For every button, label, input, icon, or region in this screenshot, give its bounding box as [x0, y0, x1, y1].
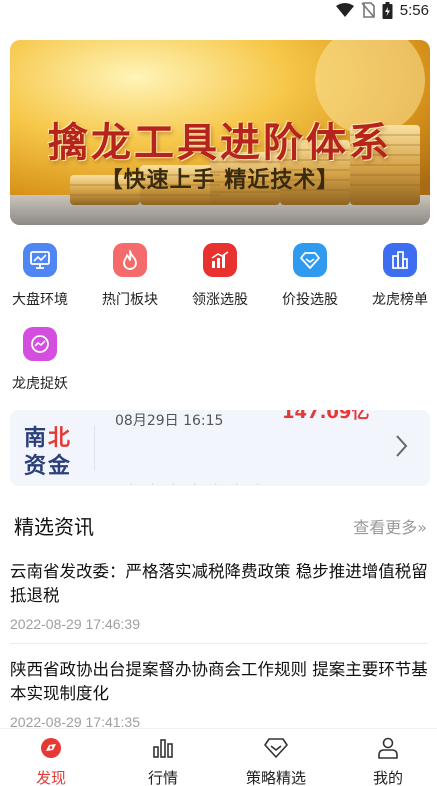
- tab-discover[interactable]: 发现: [6, 735, 96, 786]
- shortcut-dragon-tiger-hunt[interactable]: 龙虎捉妖: [0, 327, 80, 393]
- shortcut-label: 龙虎捉妖: [12, 376, 68, 392]
- monitor-icon: [23, 243, 57, 277]
- shortcut-dragon-tiger-list[interactable]: 龙虎榜单: [360, 243, 437, 309]
- shortcut-label: 龙虎榜单: [372, 292, 428, 308]
- capital-time: 08月29日 16:15: [115, 413, 224, 429]
- status-bar: 5:56: [0, 0, 437, 20]
- status-time: 5:56: [399, 1, 429, 19]
- see-more-link[interactable]: 查看更多»: [353, 514, 427, 538]
- tab-strategy[interactable]: 策略精选: [231, 735, 321, 786]
- news-headline: 陕西省政协出台提案督办协商会工作规则 提案主要环节基本实现制度化: [10, 660, 428, 703]
- capital-value: 147.09亿: [282, 410, 370, 423]
- news-time: 2022-08-29 17:46:39: [10, 616, 140, 632]
- section-title: 精选资讯: [14, 515, 94, 539]
- shortcut-label: 价投选股: [282, 292, 338, 308]
- tab-market[interactable]: 行情: [118, 735, 208, 786]
- shortcut-market-environment[interactable]: 大盘环境: [0, 243, 80, 309]
- banner-subtitle: 【快速上手 精近技术】: [100, 168, 340, 193]
- buildings-icon: [383, 243, 417, 277]
- shortcut-label: 大盘环境: [12, 292, 68, 308]
- user-icon: [343, 735, 433, 761]
- shortcut-value-picks[interactable]: 价投选股: [270, 243, 350, 309]
- tab-label: 策略精选: [245, 769, 306, 786]
- logo-fund: 资金: [24, 454, 73, 479]
- news-headline: 云南省发改委：严格落实减税降费政策 稳步推进增值税留抵退税: [10, 562, 428, 605]
- flame-icon: [113, 243, 147, 277]
- shortcut-label: 领涨选股: [192, 292, 248, 308]
- bottom-tab-bar: 发现 行情 策略精选 我的: [0, 728, 437, 786]
- diamond-icon: [293, 243, 327, 277]
- battery-icon: [382, 1, 393, 19]
- discover-icon: [6, 735, 96, 761]
- carousel-dots: · · · · · · ·: [130, 480, 268, 486]
- news-divider: [10, 643, 428, 644]
- promo-banner[interactable]: 擒龙工具进阶体系 【快速上手 精近技术】: [10, 40, 430, 225]
- news-item[interactable]: 云南省发改委：严格落实减税降费政策 稳步推进增值税留抵退税 2022-08-29…: [10, 560, 428, 632]
- no-sim-icon: [361, 2, 375, 18]
- trend-circle-icon: [23, 327, 57, 361]
- bar-chart-icon: [118, 735, 208, 761]
- chevron-right-icon[interactable]: [394, 434, 408, 458]
- status-icons: 5:56: [335, 0, 429, 20]
- banner-title: 擒龙工具进阶体系: [48, 120, 392, 166]
- news-item[interactable]: 陕西省政协出台提案督办协商会工作规则 提案主要环节基本实现制度化 2022-08…: [10, 658, 428, 730]
- tab-label: 发现: [35, 769, 66, 786]
- wifi-icon: [335, 3, 354, 17]
- tab-label: 行情: [147, 769, 178, 786]
- shortcut-label: 热门板块: [102, 292, 158, 308]
- diamond-outline-icon: [231, 735, 321, 761]
- card-divider: [94, 426, 95, 470]
- bar-chart-up-icon: [203, 243, 237, 277]
- tab-profile[interactable]: 我的: [343, 735, 433, 786]
- shortcut-leading-gainers[interactable]: 领涨选股: [180, 243, 260, 309]
- northbound-capital-card[interactable]: 南北 资金 08月29日 16:15 147.09亿 · · · · · · ·: [10, 410, 430, 486]
- shortcut-hot-sectors[interactable]: 热门板块: [90, 243, 170, 309]
- tab-label: 我的: [372, 769, 403, 786]
